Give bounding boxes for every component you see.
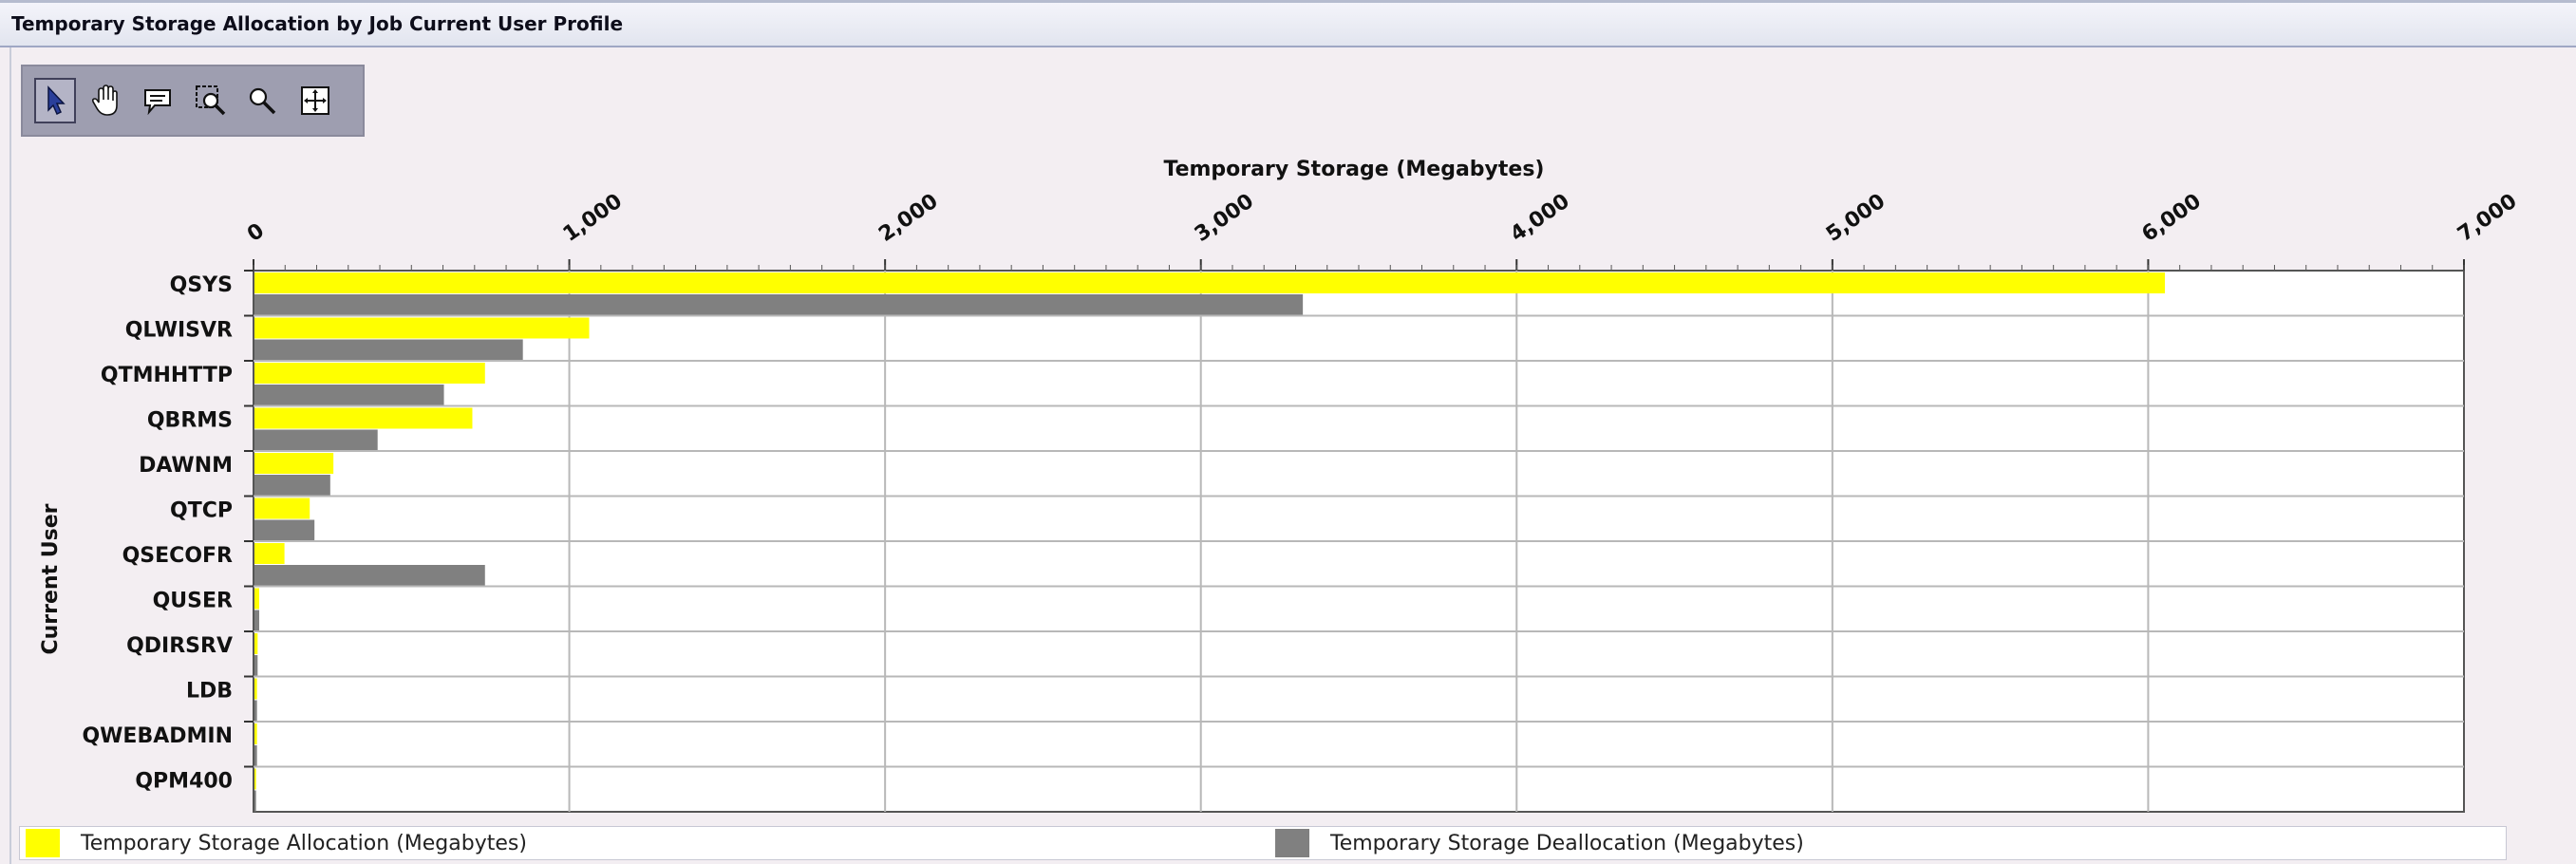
- y-axis-title: Current User: [39, 503, 63, 654]
- deallocation-bar: [254, 339, 523, 361]
- y-category-label: QSYS: [170, 273, 233, 297]
- deallocation-bar: [254, 610, 259, 631]
- deallocation-bar: [254, 294, 1304, 315]
- legend-label-deallocation: Temporary Storage Deallocation (Megabyte…: [1330, 831, 1804, 855]
- deallocation-bar: [254, 655, 258, 676]
- x-tick-label: 2,000: [874, 190, 942, 247]
- legend-item-deallocation: Temporary Storage Deallocation (Megabyte…: [1275, 829, 1804, 857]
- legend-swatch-deallocation: [1275, 829, 1309, 857]
- allocation-bar: [254, 723, 257, 744]
- x-tick-label: 1,000: [559, 190, 627, 247]
- allocation-bar: [254, 678, 257, 700]
- allocation-bar: [254, 543, 285, 564]
- legend-swatch-allocation: [26, 829, 60, 857]
- x-tick-label: 5,000: [1822, 190, 1890, 247]
- allocation-bar: [254, 498, 310, 519]
- x-tick-label: 6,000: [2138, 190, 2206, 247]
- deallocation-bar: [254, 429, 378, 451]
- allocation-bar: [254, 407, 473, 429]
- x-tick-label: 0: [243, 219, 269, 247]
- y-category-label: QUSER: [153, 590, 233, 613]
- allocation-bar: [254, 588, 259, 610]
- y-category-label: QLWISVR: [125, 319, 233, 343]
- y-category-label: QDIRSRV: [126, 634, 233, 658]
- x-tick-label: 3,000: [1191, 190, 1258, 247]
- deallocation-bar: [254, 475, 330, 496]
- allocation-bar: [254, 363, 485, 384]
- allocation-bar: [254, 768, 256, 790]
- deallocation-bar: [254, 565, 485, 586]
- bar-chart: 0 1,000 2,000 3,000 4,000 5,000 6,000 7,000 Temp…: [39, 158, 2521, 813]
- y-category-label: DAWNM: [139, 454, 233, 478]
- chart-legend: Temporary Storage Allocation (Megabytes)…: [19, 826, 2507, 860]
- legend-label-allocation: Temporary Storage Allocation (Megabytes): [81, 831, 527, 855]
- x-tick-label: 7,000: [2454, 190, 2521, 247]
- y-category-label: QTMHHTTP: [101, 364, 233, 387]
- y-category-label: QPM400: [135, 770, 233, 794]
- deallocation-bar: [254, 790, 256, 812]
- legend-item-allocation: Temporary Storage Allocation (Megabytes): [26, 829, 527, 857]
- deallocation-bar: [254, 700, 257, 722]
- y-category-label: LDB: [186, 680, 233, 704]
- allocation-bar: [254, 633, 258, 654]
- deallocation-bar: [254, 385, 444, 405]
- deallocation-bar: [254, 745, 257, 766]
- y-category-label: QWEBADMIN: [82, 724, 233, 748]
- chart-window: Temporary Storage Allocation by Job Curr…: [0, 0, 2576, 864]
- y-category-label: QBRMS: [147, 409, 233, 433]
- y-category-label: QTCP: [170, 499, 233, 523]
- allocation-bar: [254, 453, 334, 474]
- allocation-bar: [254, 317, 590, 339]
- x-tick-label: 4,000: [1506, 190, 1573, 247]
- allocation-bar: [254, 272, 2166, 293]
- y-category-label: QSECOFR: [122, 544, 233, 568]
- x-axis-title: Temporary Storage (Megabytes): [1164, 158, 1545, 181]
- deallocation-bar: [254, 519, 315, 541]
